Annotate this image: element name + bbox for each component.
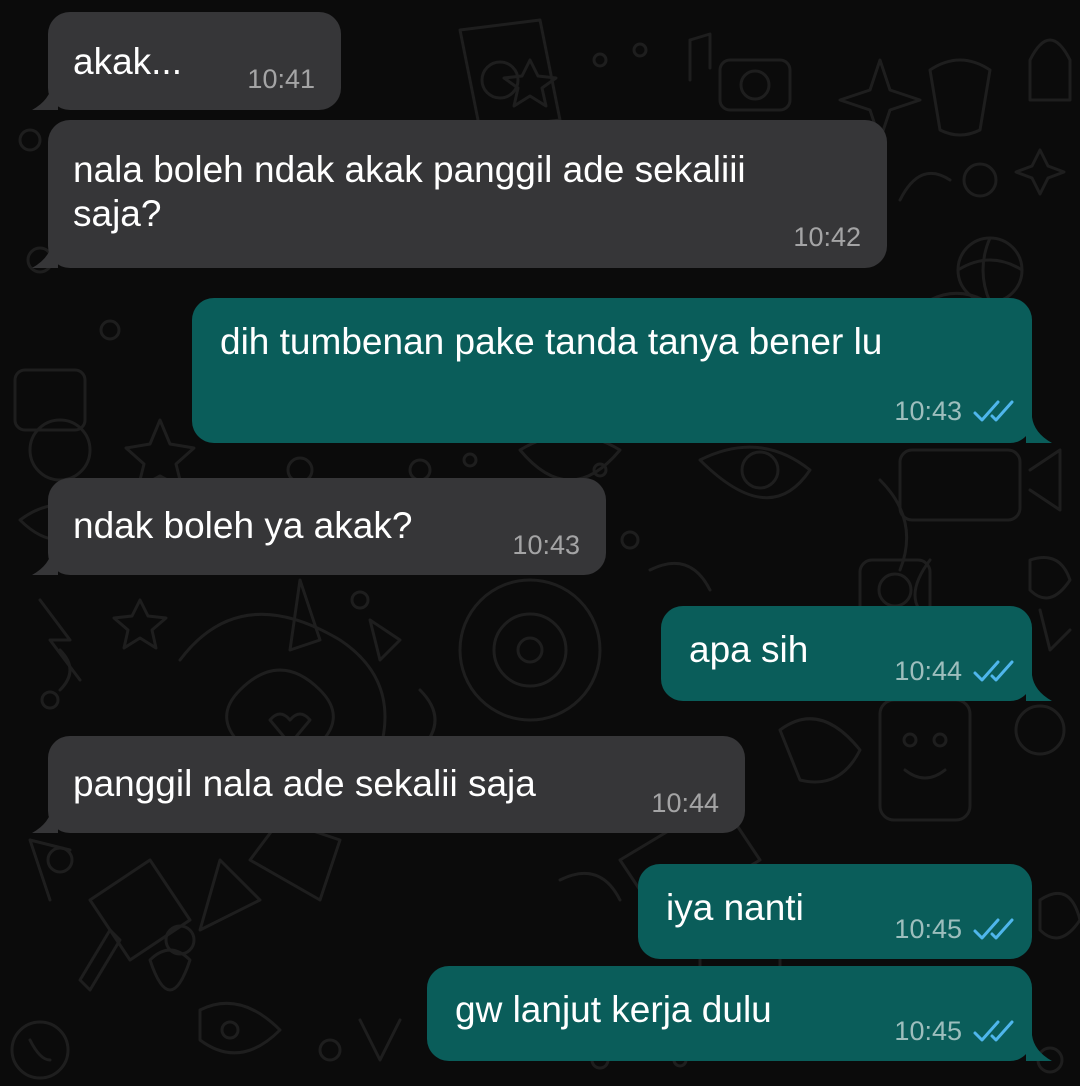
message-bubble-outgoing[interactable]: apa sih 10:44 [661,606,1052,701]
message-meta: 10:43 [512,530,580,560]
message-text: dih tumbenan pake tanda tanya bener lu [220,321,883,362]
message-timestamp: 10:44 [651,788,719,818]
message-bubble-outgoing[interactable]: iya nanti 10:45 [638,864,1032,959]
bubble-tail-icon [32,242,58,268]
message-bubble-incoming[interactable]: ndak boleh ya akak? 10:43 [32,478,606,575]
message-meta: 10:45 [894,1016,1018,1046]
double-check-icon [973,660,1014,682]
message-bubble-outgoing[interactable]: dih tumbenan pake tanda tanya bener lu 1… [192,298,1052,443]
message-meta: 10:45 [894,914,1018,944]
message-timestamp: 10:42 [793,222,861,252]
message-timestamp: 10:41 [247,64,315,94]
message-text: ndak boleh ya akak? [73,505,413,546]
message-bubble-incoming[interactable]: nala boleh ndak akak panggil ade sekalii… [32,120,887,268]
double-check-icon [973,400,1014,422]
message-timestamp: 10:45 [894,914,962,944]
message-text: apa sih [689,629,809,670]
bubble-tail-icon [32,549,58,575]
message-bubble-outgoing[interactable]: gw lanjut kerja dulu 10:45 [427,966,1052,1061]
message-text-line-1: nala boleh ndak akak panggil ade sekalii… [73,149,746,190]
message-meta: 10:41 [247,64,315,94]
message-timestamp: 10:43 [894,396,962,426]
message-text-line-2: saja? [73,193,162,234]
message-timestamp: 10:43 [512,530,580,560]
message-meta: 10:42 [793,222,861,252]
double-check-icon [973,918,1014,940]
message-timestamp: 10:44 [894,656,962,686]
message-text: panggil nala ade sekalii saja [73,763,536,804]
double-check-icon [973,1020,1014,1042]
message-meta: 10:43 [894,396,1018,426]
bubble-tail-icon [1026,417,1052,443]
bubble-tail-icon [1026,1035,1052,1061]
bubble-tail-icon [32,807,58,833]
message-bubble-incoming[interactable]: akak... 10:41 [32,12,341,110]
bubble-tail-icon [1026,675,1052,701]
message-timestamp: 10:45 [894,1016,962,1046]
message-text: gw lanjut kerja dulu [455,989,772,1030]
message-text: iya nanti [666,887,804,928]
message-meta: 10:44 [651,788,719,818]
bubble-tail-icon [32,84,58,110]
chat-screen: { "chat": { "messages": [ {"direction":"… [0,0,1080,1086]
message-meta: 10:44 [894,656,1018,686]
message-bubble-incoming[interactable]: panggil nala ade sekalii saja 10:44 [32,736,745,833]
message-text: akak... [73,41,182,82]
